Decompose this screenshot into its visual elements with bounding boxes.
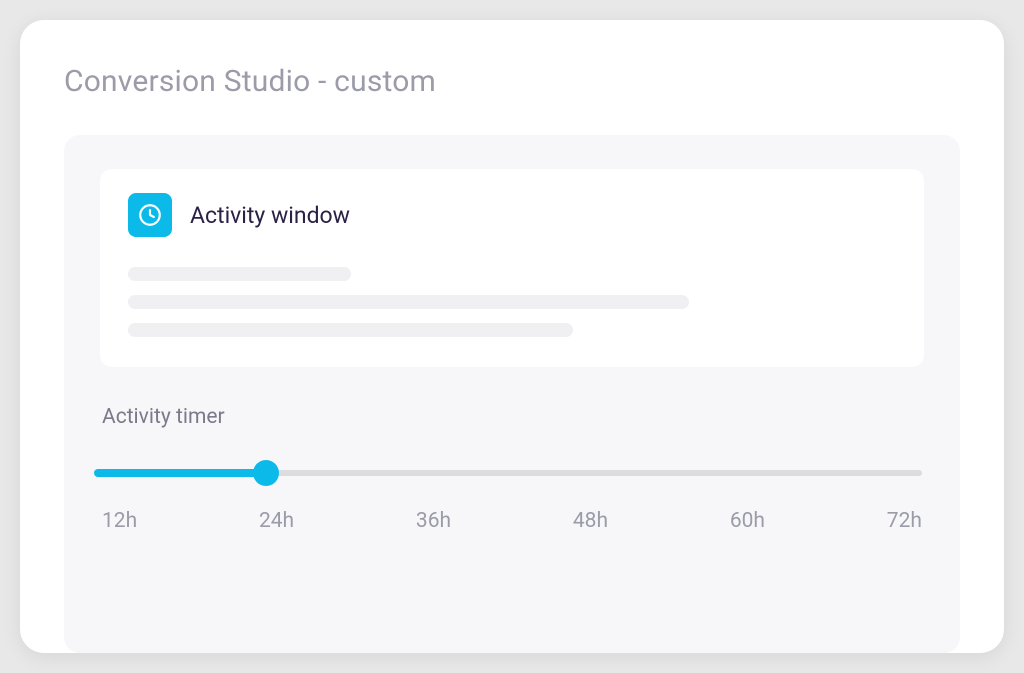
activity-window-card: Activity window bbox=[100, 169, 924, 367]
slider-tick: 72h bbox=[887, 509, 922, 533]
activity-timer-label: Activity timer bbox=[102, 405, 922, 429]
slider-tick: 12h bbox=[102, 509, 137, 533]
slider-tick: 60h bbox=[730, 509, 765, 533]
slider-fill bbox=[94, 469, 266, 477]
clock-icon bbox=[128, 193, 172, 237]
skeleton-placeholder bbox=[128, 267, 896, 337]
card-title: Activity window bbox=[190, 202, 350, 229]
activity-timer-slider[interactable] bbox=[102, 459, 922, 487]
slider-ticks: 12h 24h 36h 48h 60h 72h bbox=[102, 509, 922, 533]
slider-tick: 48h bbox=[573, 509, 608, 533]
skeleton-line bbox=[128, 267, 351, 281]
skeleton-line bbox=[128, 323, 573, 337]
card-header: Activity window bbox=[128, 193, 896, 237]
slider-tick: 36h bbox=[416, 509, 451, 533]
app-window: Conversion Studio - custom Activity wind… bbox=[20, 20, 1004, 653]
page-title: Conversion Studio - custom bbox=[64, 64, 960, 99]
slider-tick: 24h bbox=[259, 509, 294, 533]
skeleton-line bbox=[128, 295, 689, 309]
slider-thumb[interactable] bbox=[253, 460, 279, 486]
main-panel: Activity window Activity timer 12h 24h 36h… bbox=[64, 135, 960, 653]
activity-timer-section: Activity timer 12h 24h 36h 48h 60h 72h bbox=[100, 401, 924, 533]
